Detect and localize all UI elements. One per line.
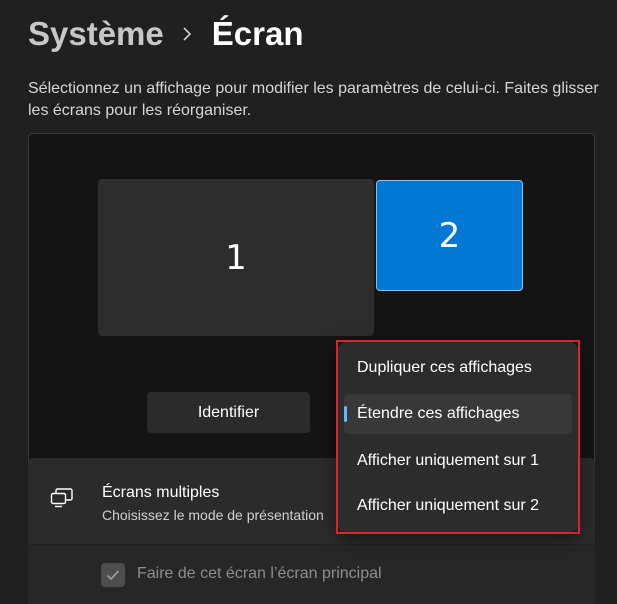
- identify-button[interactable]: Identifier: [147, 392, 310, 433]
- main-display-checkbox[interactable]: [101, 563, 125, 587]
- checkmark-icon: [106, 570, 120, 581]
- selection-indicator: [344, 406, 347, 422]
- monitor-1-label: 1: [225, 237, 247, 278]
- breadcrumb: Système Écran: [28, 10, 303, 58]
- monitor-2[interactable]: 2: [376, 180, 523, 291]
- monitor-1[interactable]: 1: [98, 179, 374, 336]
- multiple-displays-icon: [50, 488, 74, 513]
- menu-item-show-only-2[interactable]: Afficher uniquement sur 2: [344, 486, 572, 526]
- menu-item-label: Afficher uniquement sur 1: [357, 452, 540, 469]
- chevron-right-icon: [182, 27, 192, 41]
- multiple-displays-subtitle: Choisissez le mode de présentation: [102, 507, 324, 523]
- main-display-checkbox-label: Faire de cet écran l’écran principal: [137, 565, 382, 582]
- menu-item-extend[interactable]: Étendre ces affichages: [344, 394, 572, 434]
- menu-item-label: Dupliquer ces affichages: [357, 359, 532, 376]
- menu-item-duplicate[interactable]: Dupliquer ces affichages: [344, 348, 572, 388]
- multiple-displays-title: Écrans multiples: [102, 484, 220, 501]
- display-mode-dropdown-menu: Dupliquer ces affichages Étendre ces aff…: [338, 342, 578, 532]
- display-arrangement-description: Sélectionnez un affichage pour modifier …: [28, 80, 599, 119]
- menu-item-show-only-1[interactable]: Afficher uniquement sur 1: [344, 441, 572, 481]
- menu-item-label: Étendre ces affichages: [357, 405, 520, 422]
- main-display-row: Faire de cet écran l’écran principal: [28, 545, 595, 604]
- menu-item-label: Afficher uniquement sur 2: [357, 497, 540, 514]
- page-title: Écran: [211, 15, 304, 52]
- breadcrumb-system-link[interactable]: Système: [28, 15, 164, 53]
- monitor-2-label: 2: [438, 215, 461, 256]
